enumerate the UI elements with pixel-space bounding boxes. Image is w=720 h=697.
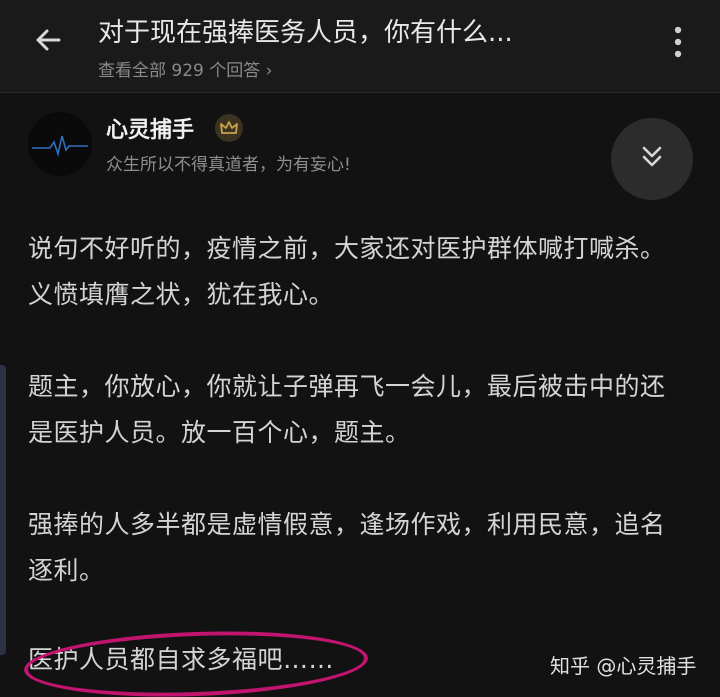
back-button[interactable] bbox=[22, 20, 74, 64]
author-name[interactable]: 心灵捕手 bbox=[106, 112, 194, 144]
more-button[interactable] bbox=[660, 22, 696, 66]
more-vertical-icon bbox=[672, 25, 684, 63]
collapse-button[interactable] bbox=[611, 118, 693, 200]
avatar[interactable] bbox=[28, 112, 92, 176]
watermark: 知乎 @心灵捕手 bbox=[550, 654, 697, 678]
answer-page: 对于现在强捧医务人员，你有什么... 查看全部 929 个回答 › 心灵捕手 众… bbox=[0, 0, 720, 697]
chevrons-down-icon bbox=[641, 145, 663, 173]
top-bar: 对于现在强捧医务人员，你有什么... 查看全部 929 个回答 › bbox=[0, 0, 720, 93]
answer-paragraph: 强捧的人多半都是虚情假意，逢场作戏，利用民意，追名逐利。 bbox=[28, 510, 666, 585]
side-edge-tab bbox=[0, 365, 6, 655]
author-bio: 众生所以不得真道者，为有妄心! bbox=[106, 155, 351, 175]
crown-badge-icon bbox=[215, 114, 243, 142]
arrow-left-icon bbox=[33, 25, 63, 59]
question-title[interactable]: 对于现在强捧医务人员，你有什么... bbox=[98, 12, 658, 49]
answer-paragraph: 说句不好听的，疫情之前，大家还对医护群体喊打喊杀。义愤填膺之状，犹在我心。 bbox=[28, 234, 666, 309]
answer-paragraph: 题主，你放心，你就让子弹再飞一会儿，最后被击中的还是医护人员。放一百个心，题主。 bbox=[28, 372, 666, 447]
all-answers-link[interactable]: 查看全部 929 个回答 › bbox=[98, 56, 272, 81]
